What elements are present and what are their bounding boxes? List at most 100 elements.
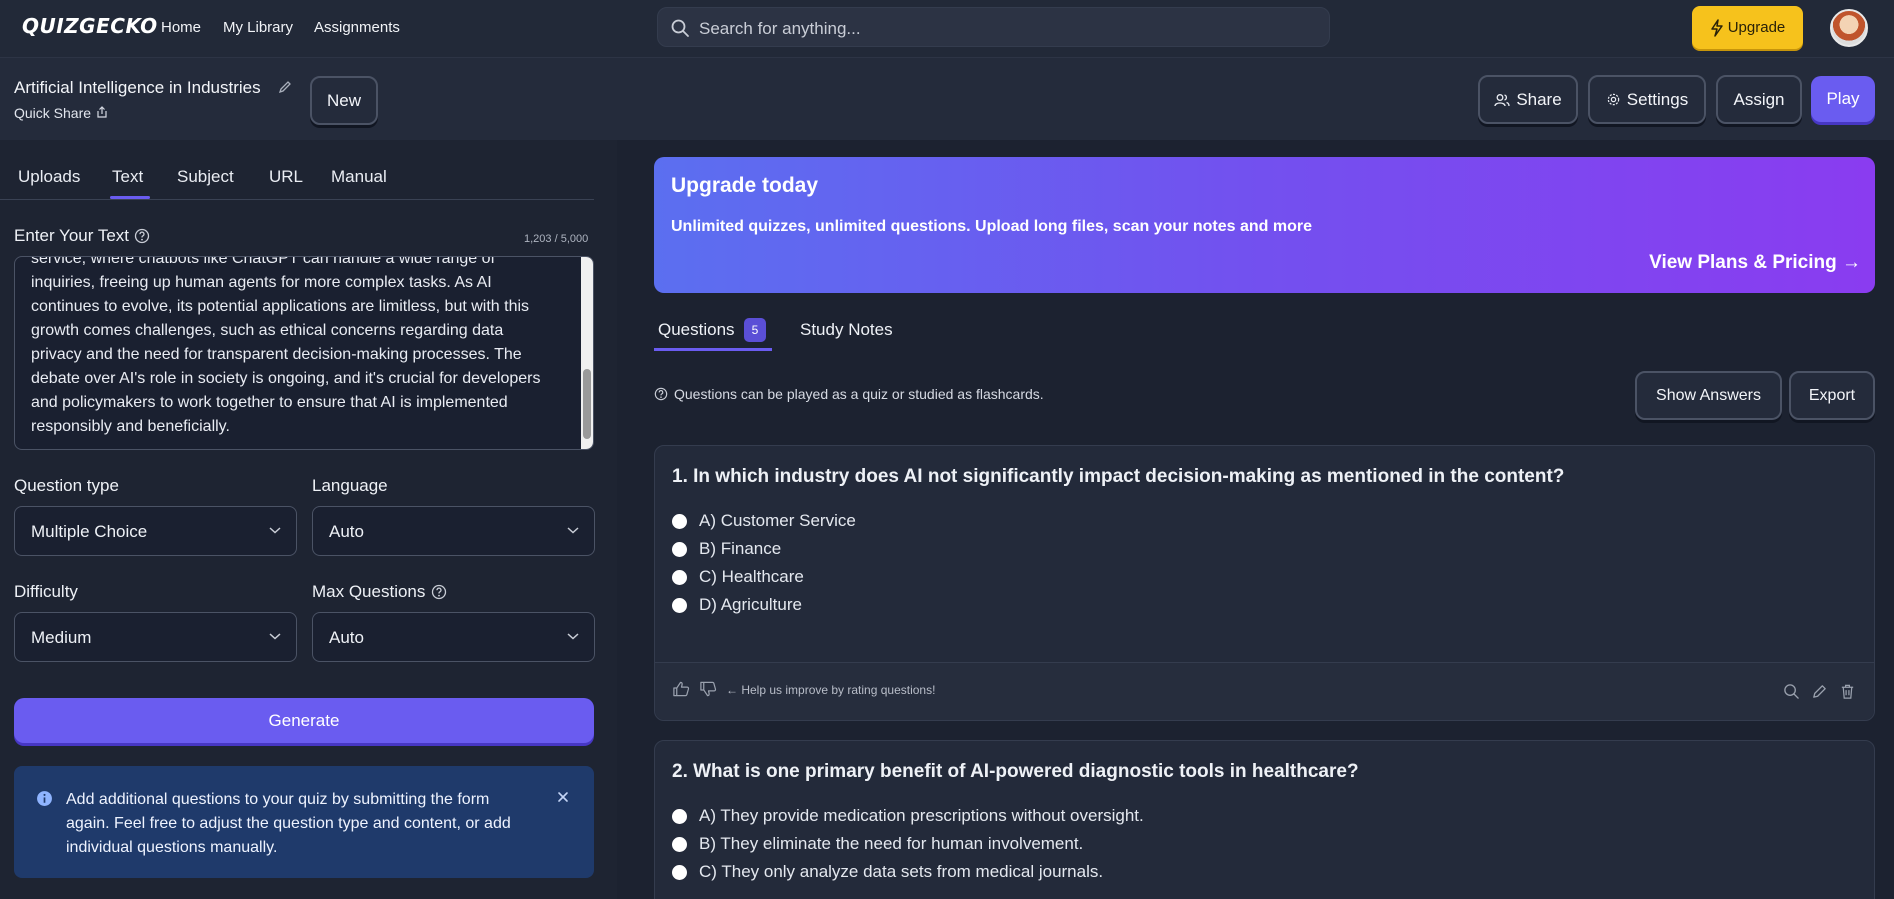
new-label: New bbox=[326, 90, 361, 110]
quick-share-link[interactable]: Quick Share bbox=[14, 105, 91, 121]
nav-library-link[interactable]: My Library bbox=[223, 19, 293, 36]
radio-button[interactable] bbox=[672, 513, 687, 529]
question-text: 2. What is one primary benefit of AI-pow… bbox=[672, 761, 1359, 782]
upgrade-button[interactable]: Upgrade bbox=[1692, 6, 1803, 49]
answer-option[interactable]: B) Finance bbox=[672, 539, 781, 559]
view-plans-link[interactable]: View Plans & Pricing → bbox=[1649, 252, 1861, 274]
generate-label: Generate bbox=[268, 710, 340, 730]
question-card: 2. What is one primary benefit of AI-pow… bbox=[654, 740, 1875, 899]
question-card: 1. In which industry does AI not signifi… bbox=[654, 445, 1875, 721]
show-answers-button[interactable]: Show Answers bbox=[1635, 371, 1782, 420]
help-circle-icon bbox=[654, 387, 668, 401]
radio-button[interactable] bbox=[672, 569, 687, 585]
upgrade-label: Upgrade bbox=[1727, 19, 1786, 36]
export-label: Export bbox=[1808, 386, 1856, 404]
tab-manual[interactable]: Manual bbox=[331, 167, 387, 187]
promo-subtitle: Unlimited quizzes, unlimited questions. … bbox=[671, 218, 1312, 235]
max-questions-select[interactable]: Auto bbox=[312, 612, 595, 662]
tab-questions[interactable]: Questions bbox=[658, 320, 735, 340]
edit-pencil-icon[interactable] bbox=[278, 80, 292, 94]
trash-icon[interactable] bbox=[1839, 683, 1856, 700]
questions-hint: Questions can be played as a quiz or stu… bbox=[654, 386, 1044, 402]
top-navbar: QUIZGECKO Home My Library Assignments Se… bbox=[0, 0, 1894, 58]
settings-button[interactable]: Settings bbox=[1588, 75, 1706, 124]
tab-uploads[interactable]: Uploads bbox=[18, 167, 80, 187]
source-text-area[interactable]: service, where chatbots like ChatGPT can… bbox=[14, 256, 594, 450]
gear-icon bbox=[1607, 93, 1620, 106]
tab-url[interactable]: URL bbox=[269, 167, 303, 187]
difficulty-label: Difficulty bbox=[14, 582, 78, 601]
tab-subject[interactable]: Subject bbox=[177, 167, 234, 187]
enter-text-label: Enter Your Text bbox=[14, 226, 129, 245]
share-upload-icon[interactable] bbox=[95, 105, 109, 119]
close-icon[interactable] bbox=[556, 790, 570, 804]
source-text-content: service, where chatbots like ChatGPT can… bbox=[31, 257, 571, 439]
export-button[interactable]: Export bbox=[1789, 371, 1875, 420]
play-button[interactable]: Play bbox=[1811, 76, 1875, 122]
option-label: C) They only analyze data sets from medi… bbox=[699, 862, 1104, 881]
answer-option[interactable]: D) Agriculture bbox=[672, 595, 802, 615]
radio-button[interactable] bbox=[672, 864, 687, 880]
active-tab-indicator bbox=[110, 196, 150, 199]
quiz-title[interactable]: Artificial Intelligence in Industries bbox=[14, 78, 261, 98]
show-answers-label: Show Answers bbox=[1656, 386, 1761, 404]
scrollbar-thumb[interactable] bbox=[583, 369, 591, 439]
char-count: 1,203 / 5,000 bbox=[524, 233, 589, 245]
max-questions-label: Max Questions bbox=[312, 582, 426, 601]
generate-button[interactable]: Generate bbox=[14, 698, 594, 743]
text-line: and policymakers to work together to ens… bbox=[31, 394, 508, 411]
option-label: A) Customer Service bbox=[699, 511, 856, 530]
max-questions-value: Auto bbox=[329, 628, 364, 647]
lightning-icon bbox=[1710, 18, 1723, 37]
difficulty-select[interactable]: Medium bbox=[14, 612, 297, 662]
option-label: D) Agriculture bbox=[699, 595, 802, 614]
radio-button[interactable] bbox=[672, 541, 687, 557]
assign-button[interactable]: Assign bbox=[1716, 75, 1802, 124]
active-tab-indicator bbox=[654, 348, 772, 351]
promo-title: Upgrade today bbox=[671, 174, 819, 197]
answer-option[interactable]: A) Customer Service bbox=[672, 511, 856, 531]
nav-home-link[interactable]: Home bbox=[161, 19, 201, 36]
chevron-down-icon bbox=[567, 527, 579, 534]
thumbs-down-icon[interactable] bbox=[699, 680, 718, 698]
questions-count-badge: 5 bbox=[744, 318, 766, 342]
play-label: Play bbox=[1826, 89, 1860, 108]
help-circle-icon[interactable] bbox=[431, 584, 447, 600]
search-icon bbox=[671, 19, 689, 37]
share-button[interactable]: Share bbox=[1478, 75, 1578, 124]
info-icon bbox=[37, 791, 52, 806]
question-type-value: Multiple Choice bbox=[31, 522, 148, 541]
radio-button[interactable] bbox=[672, 808, 687, 824]
settings-label: Settings bbox=[1626, 89, 1689, 109]
text-line: growth comes challenges, such as ethical… bbox=[31, 322, 504, 339]
info-text: Add additional questions to your quiz by… bbox=[66, 791, 511, 856]
difficulty-value: Medium bbox=[31, 628, 92, 647]
help-circle-icon[interactable] bbox=[134, 228, 150, 244]
new-button[interactable]: New bbox=[310, 76, 378, 125]
tab-study-notes[interactable]: Study Notes bbox=[800, 320, 893, 340]
language-label: Language bbox=[312, 476, 388, 495]
hint-text: Questions can be played as a quiz or stu… bbox=[674, 386, 1044, 402]
text-line: continues to evolve, its potential appli… bbox=[31, 298, 530, 315]
thumbs-up-icon[interactable] bbox=[672, 680, 691, 698]
answer-option[interactable]: A) They provide medication prescriptions… bbox=[672, 806, 1144, 826]
language-value: Auto bbox=[329, 522, 364, 541]
avatar[interactable] bbox=[1830, 9, 1868, 47]
textarea-scrollbar[interactable] bbox=[581, 257, 593, 449]
text-line: responsibly and beneficially. bbox=[31, 418, 230, 435]
answer-option[interactable]: B) They eliminate the need for human inv… bbox=[672, 834, 1083, 854]
answer-option[interactable]: C) Healthcare bbox=[672, 567, 804, 587]
radio-button[interactable] bbox=[672, 597, 687, 613]
radio-button[interactable] bbox=[672, 836, 687, 852]
text-line: privacy and the need for transparent dec… bbox=[31, 346, 522, 363]
question-type-select[interactable]: Multiple Choice bbox=[14, 506, 297, 556]
nav-assignments-link[interactable]: Assignments bbox=[314, 19, 400, 36]
search-input[interactable]: Search for anything... bbox=[657, 7, 1330, 47]
language-select[interactable]: Auto bbox=[312, 506, 595, 556]
source-tabs: Uploads Text Subject URL Manual bbox=[0, 140, 594, 200]
search-icon[interactable] bbox=[1783, 683, 1800, 700]
answer-option[interactable]: C) They only analyze data sets from medi… bbox=[672, 862, 1103, 882]
quizgecko-logo[interactable]: QUIZGECKO bbox=[22, 14, 158, 38]
edit-pencil-icon[interactable] bbox=[1811, 683, 1828, 700]
tab-text[interactable]: Text bbox=[112, 167, 143, 187]
